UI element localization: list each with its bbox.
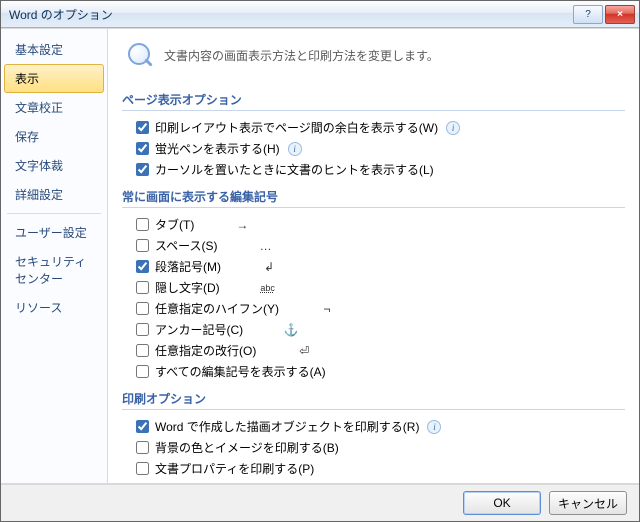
- option-checkbox[interactable]: [136, 441, 149, 454]
- option-row: 隠し文字(D) abc: [136, 279, 625, 296]
- section-header-page-display: ページ表示オプション: [122, 87, 625, 111]
- option-row: 段落記号(M) ↲: [136, 258, 625, 275]
- sidebar-item[interactable]: 文字体裁: [4, 151, 104, 180]
- option-row: タブ(T) →: [136, 216, 625, 233]
- info-icon[interactable]: i: [288, 142, 302, 156]
- option-checkbox[interactable]: [136, 142, 149, 155]
- option-row: 印刷レイアウト表示でページ間の余白を表示する(W) i: [136, 119, 625, 136]
- option-row: スペース(S) …: [136, 237, 625, 254]
- sidebar-item[interactable]: 保存: [4, 122, 104, 151]
- option-checkbox[interactable]: [136, 483, 149, 484]
- option-checkbox[interactable]: [136, 302, 149, 315]
- option-label: 文書プロパティを印刷する(P): [155, 460, 314, 477]
- ok-label: OK: [493, 496, 510, 510]
- cancel-label: キャンセル: [558, 495, 618, 512]
- dialog-footer: OK キャンセル: [1, 484, 639, 521]
- options-dialog: Word のオプション ? × 基本設定表示文章校正保存文字体裁詳細設定ユーザー…: [0, 0, 640, 522]
- option-row: アンカー記号(C) ⚓: [136, 321, 625, 338]
- option-label: 任意指定のハイフン(Y): [155, 300, 279, 317]
- option-label: 印刷レイアウト表示でページ間の余白を表示する(W): [155, 119, 438, 136]
- help-button[interactable]: ?: [573, 5, 603, 24]
- mark-symbol: …: [258, 239, 274, 253]
- option-row: 隠し文字を印刷する(X): [136, 481, 625, 484]
- option-row: 文書プロパティを印刷する(P): [136, 460, 625, 477]
- titlebar: Word のオプション ? ×: [1, 1, 639, 28]
- option-checkbox[interactable]: [136, 281, 149, 294]
- option-checkbox[interactable]: [136, 344, 149, 357]
- page-display-options: 印刷レイアウト表示でページ間の余白を表示する(W)i蛍光ペンを表示する(H)iカ…: [122, 119, 625, 178]
- option-row: カーソルを置いたときに文書のヒントを表示する(L): [136, 161, 625, 178]
- ok-button[interactable]: OK: [463, 491, 541, 515]
- mark-symbol: ↲: [261, 260, 277, 274]
- sidebar-item[interactable]: 表示: [4, 64, 104, 93]
- cancel-button[interactable]: キャンセル: [549, 491, 627, 515]
- option-checkbox[interactable]: [136, 218, 149, 231]
- option-label: 隠し文字(D): [155, 279, 220, 296]
- option-label: スペース(S): [155, 237, 218, 254]
- main-panel: 文書内容の画面表示方法と印刷方法を変更します。 ページ表示オプション 印刷レイア…: [108, 29, 639, 484]
- sidebar-item[interactable]: 基本設定: [4, 35, 104, 64]
- option-checkbox[interactable]: [136, 163, 149, 176]
- info-icon[interactable]: i: [446, 121, 460, 135]
- option-row: すべての編集記号を表示する(A): [136, 363, 625, 380]
- option-row: Word で作成した描画オブジェクトを印刷する(R) i: [136, 418, 625, 435]
- option-checkbox[interactable]: [136, 323, 149, 336]
- sidebar-item[interactable]: セキュリティ センター: [4, 247, 104, 293]
- option-label: 隠し文字を印刷する(X): [155, 481, 279, 484]
- print-options: Word で作成した描画オブジェクトを印刷する(R) i 背景の色とイメージを印刷す…: [122, 418, 625, 484]
- section-header-print: 印刷オプション: [122, 386, 625, 410]
- close-button[interactable]: ×: [605, 5, 635, 24]
- option-checkbox[interactable]: [136, 365, 149, 378]
- option-checkbox[interactable]: [136, 420, 149, 433]
- option-label: Word で作成した描画オブジェクトを印刷する(R): [155, 418, 419, 435]
- option-label: 背景の色とイメージを印刷する(B): [155, 439, 339, 456]
- mark-symbol: ¬: [319, 302, 335, 316]
- option-label: 任意指定の改行(O): [155, 342, 256, 359]
- intro-row: 文書内容の画面表示方法と印刷方法を変更します。: [122, 37, 625, 81]
- mark-symbol: →: [234, 218, 250, 232]
- sidebar-item[interactable]: 文章校正: [4, 93, 104, 122]
- option-row: 任意指定の改行(O) ⏎: [136, 342, 625, 359]
- option-label: 段落記号(M): [155, 258, 221, 275]
- mark-symbol: abc: [260, 283, 276, 293]
- dialog-body: 基本設定表示文章校正保存文字体裁詳細設定ユーザー設定セキュリティ センターリソー…: [1, 28, 639, 484]
- mark-symbol: ⚓: [283, 323, 299, 337]
- option-row: 任意指定のハイフン(Y) ¬: [136, 300, 625, 317]
- option-checkbox[interactable]: [136, 121, 149, 134]
- intro-text: 文書内容の画面表示方法と印刷方法を変更します。: [164, 47, 439, 64]
- option-label: カーソルを置いたときに文書のヒントを表示する(L): [155, 161, 434, 178]
- close-icon: ×: [617, 9, 623, 20]
- help-icon: ?: [585, 9, 591, 20]
- option-label: 蛍光ペンを表示する(H): [155, 140, 280, 157]
- sidebar-item[interactable]: リソース: [4, 293, 104, 322]
- option-label: すべての編集記号を表示する(A): [155, 363, 326, 380]
- mark-symbol: ⏎: [296, 344, 312, 358]
- info-icon[interactable]: i: [427, 420, 441, 434]
- option-label: タブ(T): [155, 216, 194, 233]
- sidebar-item[interactable]: ユーザー設定: [4, 218, 104, 247]
- titlebar-buttons: ? ×: [573, 5, 635, 24]
- option-checkbox[interactable]: [136, 260, 149, 273]
- section-header-edit-marks: 常に画面に表示する編集記号: [122, 184, 625, 208]
- edit-mark-options: タブ(T) → スペース(S) … 段落記号(M) ↲ 隠し文字(D) abc 任意指定のハイフ…: [122, 216, 625, 380]
- option-checkbox[interactable]: [136, 462, 149, 475]
- sidebar-item[interactable]: 詳細設定: [4, 180, 104, 209]
- category-sidebar: 基本設定表示文章校正保存文字体裁詳細設定ユーザー設定セキュリティ センターリソー…: [1, 29, 108, 484]
- option-row: 蛍光ペンを表示する(H) i: [136, 140, 625, 157]
- option-row: 背景の色とイメージを印刷する(B): [136, 439, 625, 456]
- window-title: Word のオプション: [9, 6, 573, 23]
- option-checkbox[interactable]: [136, 239, 149, 252]
- option-label: アンカー記号(C): [155, 321, 243, 338]
- sidebar-separator: [7, 213, 101, 214]
- magnifier-icon: [126, 41, 154, 69]
